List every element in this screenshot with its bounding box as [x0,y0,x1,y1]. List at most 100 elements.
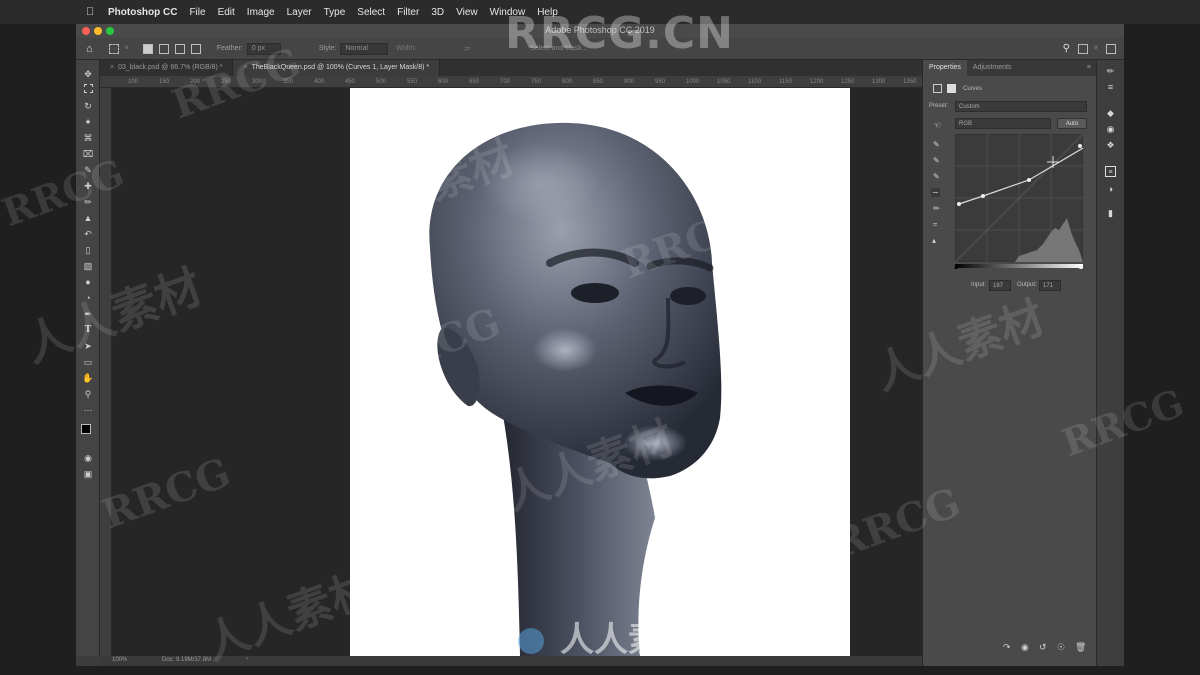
black-slider-icon[interactable]: ▲ [953,265,959,271]
home-icon[interactable]: ⌂ [86,43,93,55]
lasso-icon[interactable]: ↻ [82,100,94,112]
ruler-tick-label: 1100 [748,79,761,85]
feather-input[interactable]: 0 px [246,42,281,55]
adjust-icon[interactable]: ≡ [1105,82,1116,93]
subtract-selection-icon[interactable] [174,43,185,54]
mask-icon[interactable] [947,84,956,93]
gray-point-eyedropper-icon[interactable]: ✎ [933,156,940,165]
style-select[interactable]: Normal [340,42,389,55]
tab-adjustments[interactable]: Adjustments [967,60,1018,76]
screen-mode-icon[interactable]: ▣ [82,468,94,480]
tab-the-black-queen[interactable]: × TheBlackQueen.psd @ 100% (Curves 1, Lay… [233,60,441,76]
clone-stamp-icon[interactable]: ▲ [82,212,94,224]
menu-layer[interactable]: Layer [287,7,312,18]
ruler-tick-label: 550 [407,79,418,85]
ruler-tick-label: 800 [562,79,573,85]
menu-edit[interactable]: Edit [218,7,235,18]
menu-help[interactable]: Help [537,7,558,18]
marquee-preset-icon[interactable] [108,43,119,54]
tab-properties[interactable]: Properties [923,60,967,76]
canvas-area[interactable] [112,88,922,656]
document-canvas[interactable] [350,88,850,656]
history-brush-icon[interactable]: ↶ [82,228,94,240]
intersect-selection-icon[interactable] [190,43,201,54]
menu-view[interactable]: View [456,7,478,18]
path-selection-icon[interactable]: ➤ [82,340,94,352]
ruler-tick-label: 700 [500,79,511,85]
healing-brush-icon[interactable]: ✚ [82,180,94,192]
adjustments-icon[interactable]: ◑ [1105,184,1116,195]
quick-mask-icon[interactable]: ◉ [82,452,94,464]
black-point-eyedropper-icon[interactable]: ✎ [933,140,940,149]
clip-to-layer-icon[interactable]: ↷ [1003,642,1011,653]
new-selection-icon[interactable] [142,43,153,54]
brush-icon[interactable]: ✏ [82,196,94,208]
visibility-icon[interactable]: ☉ [1057,642,1065,653]
smooth-curve-icon[interactable]: ≈ [933,220,937,229]
reset-icon[interactable]: ↺ [1039,642,1047,653]
apple-icon[interactable]:  [86,6,98,18]
app-menu[interactable]: Photoshop CC [108,7,177,18]
preset-select[interactable]: Custom [955,101,1087,112]
input-label: Input: [971,282,987,288]
menu-3d[interactable]: 3D [431,7,444,18]
crop-icon[interactable]: ⌘ [82,132,94,144]
white-point-eyedropper-icon[interactable]: ✎ [933,172,940,181]
menu-bar:  Photoshop CC File Edit Image Layer Typ… [0,0,1200,24]
swap-icon[interactable]: ⇄ [464,45,470,53]
curve-point-icon[interactable]: ∼ [931,188,940,197]
close-tab-icon[interactable]: × [243,64,247,71]
auto-button[interactable]: Auto [1057,118,1087,129]
paths-icon[interactable]: ❖ [1105,140,1116,151]
pencil-curve-icon[interactable]: ✏ [933,204,940,213]
input-field[interactable]: 187 [989,280,1011,291]
zoom-icon[interactable]: ⚲ [82,388,94,400]
menu-type[interactable]: Type [324,7,346,18]
properties-icon[interactable]: ≡ [1105,166,1116,177]
frame-icon[interactable]: ⌧ [82,148,94,160]
hand-icon[interactable]: ✋ [82,372,94,384]
channel-select[interactable]: RGB [955,118,1051,129]
magic-wand-icon[interactable]: ✦ [82,116,94,128]
zoom-level[interactable]: 100% [112,657,127,663]
eraser-icon[interactable]: ▯ [82,244,94,256]
menu-window[interactable]: Window [490,7,526,18]
panel-menu-icon[interactable]: ≡ [1081,60,1097,76]
dodge-icon[interactable]: ◔ [82,292,94,304]
close-tab-icon[interactable]: × [110,64,114,71]
move-icon[interactable]: ✥ [82,68,94,80]
curves-graph[interactable] [955,134,1083,262]
white-slider-icon[interactable]: ▲ [1078,265,1084,271]
more-icon[interactable]: ⋯ [82,404,94,416]
layers-icon[interactable]: ◆ [1105,108,1116,119]
tab-03-black[interactable]: × 03_black.psd @ 66.7% (RGB/8) * [100,60,234,76]
select-mask-button[interactable]: Select and Mask... [530,45,588,52]
add-selection-icon[interactable] [158,43,169,54]
ruler-tick-label: 500 [376,79,387,85]
libraries-icon[interactable]: ▮ [1105,208,1116,219]
share-icon[interactable] [1106,43,1116,54]
type-icon[interactable]: T [82,324,94,336]
clipping-warning-icon[interactable]: ▴ [932,236,936,245]
menu-filter[interactable]: Filter [397,7,419,18]
search-icon[interactable]: ⚲ [1063,43,1070,54]
output-field[interactable]: 171 [1039,280,1061,291]
status-menu-icon[interactable]: › [246,656,248,662]
delete-icon[interactable]: 🗑 [1075,642,1086,653]
target-adjust-icon[interactable]: ☜ [933,120,941,131]
channels-icon[interactable]: ◉ [1105,124,1116,135]
menu-select[interactable]: Select [357,7,385,18]
gradient-icon[interactable]: ▧ [82,260,94,272]
blur-icon[interactable]: ● [82,276,94,288]
foreground-color-swatch[interactable] [81,424,91,434]
output-label: Output: [1017,282,1037,288]
eyedropper-icon[interactable]: ✎ [82,164,94,176]
view-previous-icon[interactable]: ◉ [1021,642,1029,653]
marquee-icon[interactable] [84,84,93,93]
menu-image[interactable]: Image [247,7,275,18]
rectangle-icon[interactable]: ▭ [82,356,94,368]
pen-icon[interactable]: ✒ [82,308,94,320]
brush-settings-icon[interactable]: ✏ [1105,66,1116,77]
menu-file[interactable]: File [189,7,205,18]
workspace-icon[interactable] [1077,43,1088,54]
